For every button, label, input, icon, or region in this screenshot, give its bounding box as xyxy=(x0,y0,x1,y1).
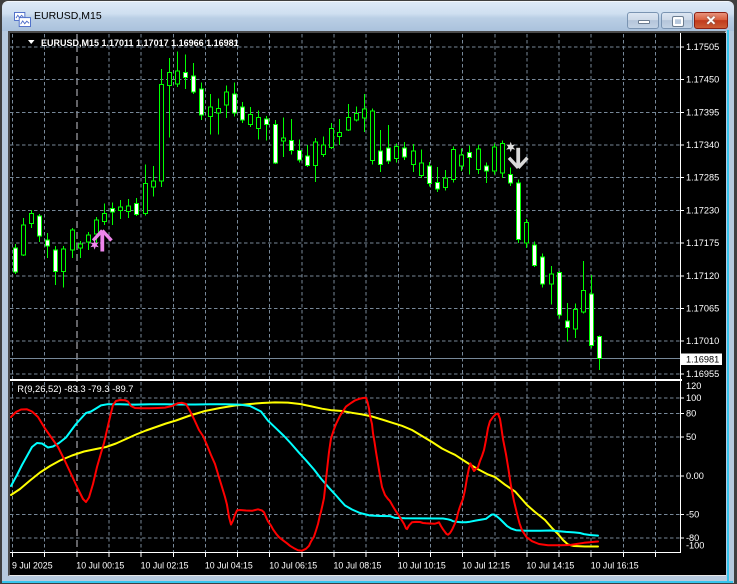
svg-text:R(9,26,52) -83.3 -79.3 -89.7: R(9,26,52) -83.3 -79.3 -89.7 xyxy=(17,383,133,394)
svg-text:100: 100 xyxy=(686,393,701,403)
svg-text:1.16955: 1.16955 xyxy=(686,369,719,379)
svg-text:1.17450: 1.17450 xyxy=(686,75,719,85)
svg-text:10 Jul 04:15: 10 Jul 04:15 xyxy=(205,561,253,571)
svg-text:10 Jul 12:15: 10 Jul 12:15 xyxy=(462,561,510,571)
svg-text:10 Jul 16:15: 10 Jul 16:15 xyxy=(591,561,639,571)
svg-text:10 Jul 02:15: 10 Jul 02:15 xyxy=(141,561,189,571)
svg-text:10 Jul 14:15: 10 Jul 14:15 xyxy=(526,561,574,571)
svg-text:1.17230: 1.17230 xyxy=(686,205,719,215)
svg-text:1.17395: 1.17395 xyxy=(686,107,719,117)
svg-text:1.17505: 1.17505 xyxy=(686,42,719,52)
svg-text:0.00: 0.00 xyxy=(686,471,704,481)
svg-text:1.17065: 1.17065 xyxy=(686,303,719,313)
svg-text:1.17010: 1.17010 xyxy=(686,336,719,346)
svg-text:-50: -50 xyxy=(686,510,699,520)
svg-text:10 Jul 00:15: 10 Jul 00:15 xyxy=(76,561,124,571)
svg-text:120: 120 xyxy=(686,381,701,391)
svg-text:1.17120: 1.17120 xyxy=(686,271,719,281)
svg-text:9 Jul 2025: 9 Jul 2025 xyxy=(12,561,53,571)
svg-text:10 Jul 08:15: 10 Jul 08:15 xyxy=(334,561,382,571)
svg-text:1.16981: 1.16981 xyxy=(686,355,719,365)
svg-text:10 Jul 06:15: 10 Jul 06:15 xyxy=(269,561,317,571)
svg-text:50: 50 xyxy=(686,432,696,442)
svg-text:10 Jul 10:15: 10 Jul 10:15 xyxy=(398,561,446,571)
svg-text:1.17285: 1.17285 xyxy=(686,173,719,183)
svg-text:-100: -100 xyxy=(686,541,704,551)
svg-text:1.17175: 1.17175 xyxy=(686,238,719,248)
svg-text:EURUSD,M15 1.17011 1.17017 1.1: EURUSD,M15 1.17011 1.17017 1.16966 1.169… xyxy=(41,38,239,48)
svg-text:1.17340: 1.17340 xyxy=(686,140,719,150)
svg-text:80: 80 xyxy=(686,409,696,419)
